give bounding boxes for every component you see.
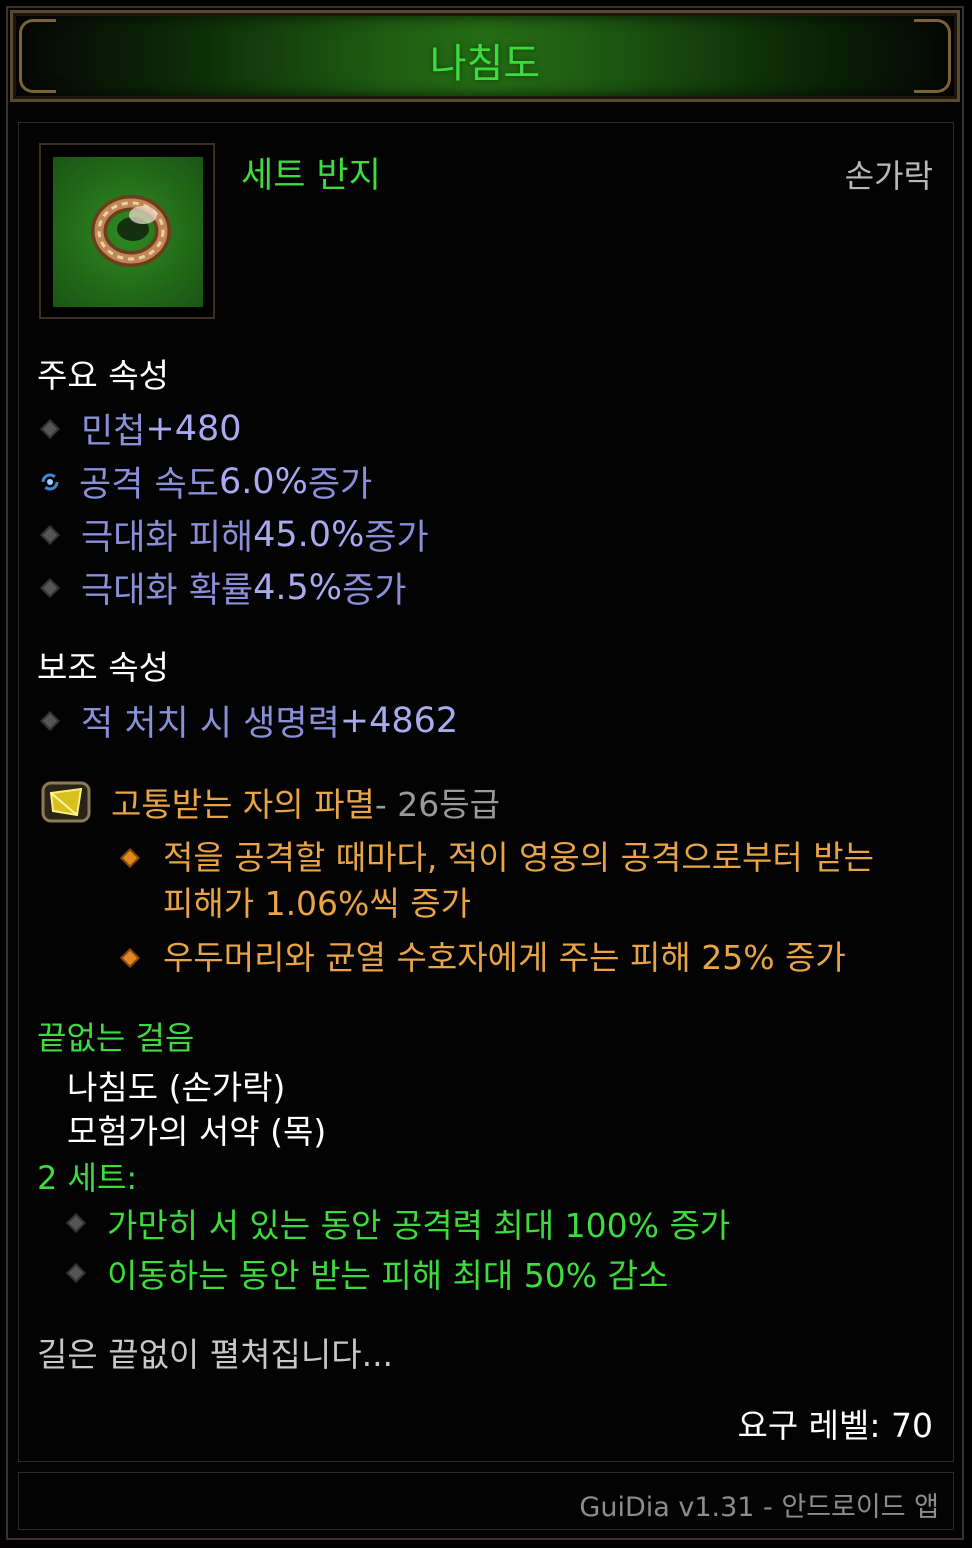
app-version-label: GuiDia v1.31 - 안드로이드 앱: [579, 1492, 939, 1523]
diamond-bullet-icon: [40, 418, 60, 439]
item-header: 나침도: [10, 10, 960, 102]
set-piece: 나침도 (손가락): [67, 1068, 286, 1107]
stat-suffix: 증가: [307, 465, 373, 505]
stat-value: 45.0%: [253, 514, 365, 555]
set-bonus-text: 이동하는 동안 받는 피해 최대 50% 감소: [107, 1256, 669, 1295]
gem-rank: - 26등급: [374, 785, 500, 824]
orange-diamond-bullet-icon: [120, 948, 140, 968]
legendary-gem: 고통받는 자의 파멸 - 26등급: [37, 773, 500, 831]
item-details-panel: 세트 반지 손가락 주요 속성 민첩 +480 공격 속도 6.0% 증가 극대…: [18, 122, 954, 1462]
secondary-stats-title: 보조 속성: [37, 648, 169, 687]
primary-stat: 민첩 +480: [37, 403, 242, 454]
secondary-stat: 적 처치 시 생명력 +4862: [37, 695, 458, 746]
gem-effect-text: 적을 공격할 때마다, 적이 영웅의 공격으로부터 받는 피해가 1.06%씩 …: [163, 838, 874, 923]
flavor-text: 길은 끝없이 펼쳐집니다...: [37, 1335, 394, 1374]
stat-suffix: 증가: [342, 571, 407, 611]
stat-value: 6.0%: [218, 461, 308, 502]
set-name: 끝없는 걸음: [37, 1019, 195, 1057]
stat-suffix: 증가: [364, 518, 429, 558]
diamond-bullet-icon: [40, 524, 60, 545]
stat-label: 민첩: [81, 412, 146, 452]
item-slot: 손가락: [844, 157, 933, 195]
stat-value: +480: [145, 408, 242, 449]
stat-label: 극대화 피해: [81, 518, 254, 558]
gem-socket-icon: [41, 781, 91, 823]
stat-value: 4.5%: [253, 567, 343, 608]
set-bonus-title: 2 세트:: [37, 1159, 138, 1197]
set-bonus: 가만히 서 있는 동안 공격력 최대 100% 증가: [63, 1199, 730, 1247]
diamond-bullet-icon: [40, 577, 60, 598]
stat-value: +4862: [339, 700, 459, 741]
gem-effect: 우두머리와 균열 수호자에게 주는 피해 25% 증가: [119, 935, 949, 981]
primary-stat: 극대화 확률 4.5% 증가: [37, 562, 406, 613]
gem-name: 고통받는 자의 파멸: [111, 785, 375, 824]
set-piece: 모험가의 서약 (목): [67, 1112, 327, 1151]
item-icon-background: [53, 157, 203, 307]
primary-stats-title: 주요 속성: [37, 356, 169, 395]
footer: GuiDia v1.31 - 안드로이드 앱: [18, 1472, 954, 1530]
diamond-bullet-icon: [66, 1213, 86, 1233]
primary-stat: 극대화 피해 45.0% 증가: [37, 509, 429, 560]
ring-icon: [91, 195, 171, 267]
gem-effect-text: 우두머리와 균열 수호자에게 주는 피해 25% 증가: [163, 938, 846, 977]
stat-label: 적 처치 시 생명력: [81, 704, 340, 744]
diamond-bullet-icon: [66, 1263, 86, 1283]
item-name: 나침도: [429, 41, 541, 87]
required-level: 요구 레벨: 70: [737, 1406, 933, 1445]
stat-label: 극대화 확률: [81, 571, 254, 611]
item-type: 세트 반지: [241, 156, 381, 196]
cycle-icon: [41, 473, 59, 490]
item-icon-frame: [39, 143, 215, 319]
diamond-bullet-icon: [40, 710, 60, 731]
set-bonus-text: 가만히 서 있는 동안 공격력 최대 100% 증가: [107, 1206, 731, 1245]
set-bonus: 이동하는 동안 받는 피해 최대 50% 감소: [63, 1249, 668, 1297]
gem-effect: 적을 공격할 때마다, 적이 영웅의 공격으로부터 받는 피해가 1.06%씩 …: [119, 835, 919, 927]
primary-stat: 공격 속도 6.0% 증가: [37, 456, 372, 507]
stat-label: 공격 속도: [79, 465, 219, 505]
orange-diamond-bullet-icon: [120, 848, 140, 868]
